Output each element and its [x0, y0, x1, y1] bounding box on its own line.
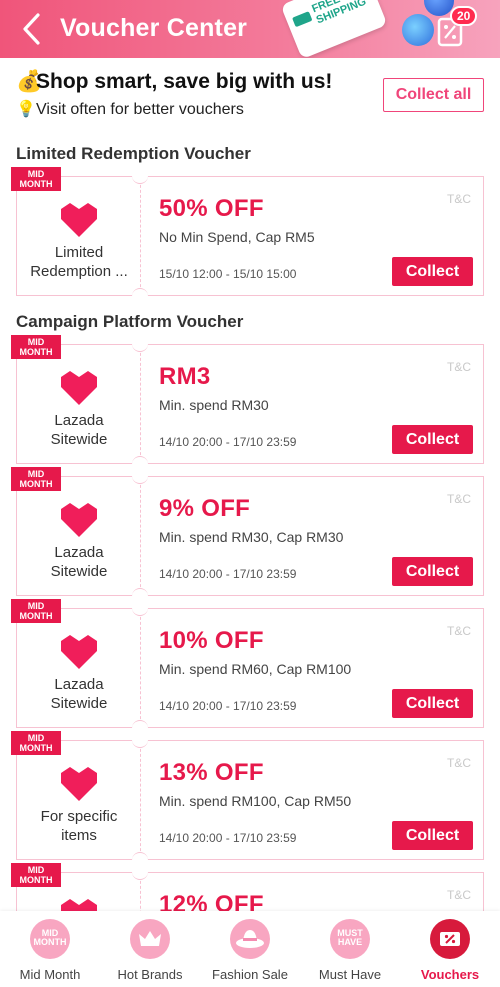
money-bag-icon: 💰 [16, 70, 43, 93]
nav-item-mid-month[interactable]: MID MONTH Mid Month [0, 911, 100, 987]
voucher-condition: Min. spend RM60, Cap RM100 [159, 661, 352, 677]
mid-month-tag: MID MONTH [11, 599, 61, 623]
nav-item-fashion-sale[interactable]: Fashion Sale [200, 911, 300, 987]
mid-month-tag: MID MONTH [11, 863, 61, 887]
nav-label: Hot Brands [117, 967, 183, 982]
hat-icon [230, 919, 270, 959]
page-title: Voucher Center [60, 14, 248, 42]
voucher-amount: 13% OFF [159, 759, 264, 786]
voucher-condition: Min. spend RM30 [159, 397, 269, 413]
voucher-type-label: Lazada [54, 412, 104, 429]
must-have-icon: MUST HAVE [330, 919, 370, 959]
voucher-condition: Min. spend RM30, Cap RM30 [159, 529, 344, 545]
tnc-link[interactable]: T&C [447, 360, 471, 374]
nav-item-vouchers[interactable]: Vouchers [400, 911, 500, 987]
nav-item-must-have[interactable]: MUST HAVE Must Have [300, 911, 400, 987]
nav-item-hot-brands[interactable]: Hot Brands [100, 911, 200, 987]
voucher-type-label: Lazada [54, 544, 104, 561]
voucher-validity: 15/10 12:00 - 15/10 15:00 [159, 267, 297, 281]
voucher-validity: 14/10 20:00 - 17/10 23:59 [159, 831, 297, 845]
lazada-heart-icon [61, 635, 97, 669]
promo-headline: Shop smart, save big with us! [36, 70, 333, 93]
tnc-link[interactable]: T&C [447, 624, 471, 638]
collect-button[interactable]: Collect [392, 425, 473, 454]
mid-month-tag: MID MONTH [11, 731, 61, 755]
voucher-amount: RM3 [159, 363, 211, 390]
voucher-amount: 50% OFF [159, 195, 264, 222]
bottom-navigation: MID MONTH Mid Month Hot Brands Fashion Sa… [0, 911, 500, 987]
voucher-type-label: Limited [54, 244, 104, 261]
voucher-type-label: Sitewide [50, 431, 108, 448]
mid-month-icon: MID MONTH [30, 919, 70, 959]
tnc-link[interactable]: T&C [447, 756, 471, 770]
section-title-limited: Limited Redemption Voucher [16, 144, 251, 163]
collect-button[interactable]: Collect [392, 821, 473, 850]
lazada-heart-icon [61, 503, 97, 537]
voucher-type-label: Redemption ... [30, 263, 128, 280]
nav-label: Must Have [318, 967, 382, 982]
light-bulb-icon: 💡 [16, 101, 36, 118]
section-title-campaign: Campaign Platform Voucher [16, 312, 244, 331]
collect-button[interactable]: Collect [392, 557, 473, 586]
tnc-link[interactable]: T&C [447, 192, 471, 206]
voucher-amount: 10% OFF [159, 627, 264, 654]
voucher-card: MID MONTH Lazada Sitewide RM3 Min. spend … [11, 335, 484, 466]
free-shipping-text: FREE SHIPPING [310, 0, 368, 27]
voucher-validity: 14/10 20:00 - 17/10 23:59 [159, 567, 297, 581]
voucher-condition: Min. spend RM100, Cap RM50 [159, 793, 352, 809]
collect-button[interactable]: Collect [392, 257, 473, 286]
free-shipping-decoration: FREE SHIPPING [280, 0, 388, 58]
crown-icon [130, 919, 170, 959]
voucher-type-label: Lazada [54, 676, 104, 693]
collect-button[interactable]: Collect [392, 689, 473, 718]
voucher-card: MID MONTH Lazada Sitewide 10% OFF Min. sp… [11, 599, 484, 730]
shipping-truck-icon [292, 11, 313, 28]
nav-label: Mid Month [19, 967, 81, 982]
voucher-type-label: items [61, 827, 97, 844]
voucher-type-label: Sitewide [50, 563, 108, 580]
voucher-type-label: Sitewide [50, 695, 108, 712]
voucher-validity: 14/10 20:00 - 17/10 23:59 [159, 699, 297, 713]
lazada-heart-icon [61, 767, 97, 801]
lazada-heart-icon [61, 203, 97, 237]
nav-label: Fashion Sale [212, 967, 288, 982]
tnc-link[interactable]: T&C [447, 492, 471, 506]
mid-month-tag: MID MONTH [11, 167, 61, 191]
voucher-type-label: For specific [40, 808, 118, 825]
voucher-icon [430, 919, 470, 959]
nav-label: Vouchers [420, 967, 480, 982]
voucher-amount: 9% OFF [159, 495, 251, 522]
voucher-condition: No Min Spend, Cap RM5 [159, 229, 315, 245]
coin-decoration-icon [402, 14, 434, 46]
promo-subline: Visit often for better vouchers [36, 101, 244, 118]
voucher-card: MID MONTH Limited Redemption ... 50% OFF … [11, 167, 484, 298]
voucher-card: MID MONTH Lazada Sitewide 9% OFF Min. spe… [11, 467, 484, 598]
collect-all-button[interactable]: Collect all [383, 78, 484, 112]
voucher-card: MID MONTH For specific items 13% OFF Min.… [11, 731, 484, 862]
mid-month-tag: MID MONTH [11, 335, 61, 359]
tnc-link[interactable]: T&C [447, 888, 471, 902]
mid-month-tag: MID MONTH [11, 467, 61, 491]
notification-badge: 20 [450, 6, 478, 26]
lazada-heart-icon [61, 371, 97, 405]
voucher-validity: 14/10 20:00 - 17/10 23:59 [159, 435, 297, 449]
back-arrow-icon[interactable] [14, 10, 48, 48]
header-bar: Voucher Center FREE SHIPPING 20 [0, 0, 500, 58]
